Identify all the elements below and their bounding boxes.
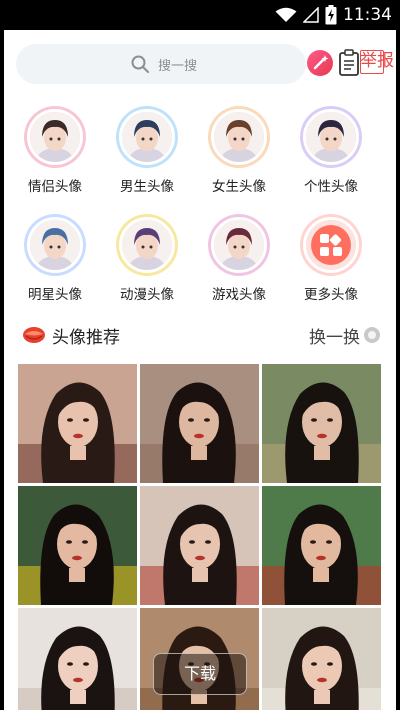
search-bar[interactable]: 搜一搜 bbox=[16, 44, 306, 84]
portrait-image bbox=[262, 364, 381, 483]
magic-wand-button[interactable] bbox=[307, 50, 333, 76]
category-label: 更多头像 bbox=[304, 287, 358, 303]
cartoon-avatar-icon bbox=[214, 220, 264, 270]
clock: 11:34 bbox=[343, 5, 392, 25]
status-bar: 11:34 bbox=[0, 0, 400, 30]
portrait-image bbox=[262, 608, 381, 710]
category-label: 动漫头像 bbox=[120, 287, 174, 303]
category-label: 女生头像 bbox=[212, 179, 266, 195]
refresh-icon[interactable] bbox=[364, 327, 380, 343]
refresh-button[interactable]: 换一换 bbox=[309, 323, 360, 348]
category-avatar bbox=[211, 109, 267, 165]
photo-thumbnail[interactable] bbox=[262, 486, 381, 605]
portrait-image bbox=[140, 486, 259, 605]
category-item[interactable]: 游戏头像 bbox=[194, 214, 284, 303]
cartoon-avatar-icon bbox=[122, 112, 172, 162]
category-label: 明星头像 bbox=[28, 287, 82, 303]
category-avatar bbox=[27, 109, 83, 165]
cartoon-avatar-icon bbox=[30, 220, 80, 270]
category-avatar bbox=[119, 217, 175, 273]
recommend-header: 头像推荐 换一换 bbox=[4, 318, 396, 352]
app-screen: 搜一搜 举报 情侣头像 男生头像 女生头像 个性头像 明星头像 动漫头像 游戏头像 更多头像 … bbox=[4, 30, 396, 710]
category-label: 个性头像 bbox=[304, 179, 358, 195]
report-label[interactable]: 举报 bbox=[360, 48, 394, 74]
category-item[interactable]: 更多头像 bbox=[286, 214, 376, 303]
portrait-image bbox=[140, 364, 259, 483]
category-label: 游戏头像 bbox=[212, 287, 266, 303]
cartoon-avatar-icon bbox=[306, 112, 356, 162]
grid-icon bbox=[306, 220, 356, 270]
category-item[interactable]: 情侣头像 bbox=[10, 106, 100, 195]
category-avatar bbox=[119, 109, 175, 165]
photo-thumbnail[interactable] bbox=[262, 608, 381, 710]
photo-thumbnail[interactable] bbox=[18, 364, 137, 483]
lips-icon bbox=[23, 327, 45, 343]
category-item[interactable]: 动漫头像 bbox=[102, 214, 192, 303]
cartoon-avatar-icon bbox=[214, 112, 264, 162]
category-label: 情侣头像 bbox=[28, 179, 82, 195]
cartoon-avatar-icon bbox=[30, 112, 80, 162]
category-item[interactable]: 女生头像 bbox=[194, 106, 284, 195]
portrait-image bbox=[18, 486, 137, 605]
photo-thumbnail[interactable] bbox=[262, 364, 381, 483]
category-avatar bbox=[303, 217, 359, 273]
photo-thumbnail[interactable] bbox=[18, 608, 137, 710]
photo-thumbnail[interactable] bbox=[140, 364, 259, 483]
download-button[interactable]: 下载 bbox=[153, 653, 247, 695]
battery-charging-icon bbox=[325, 5, 337, 25]
category-item[interactable]: 明星头像 bbox=[10, 214, 100, 303]
search-icon bbox=[131, 55, 149, 73]
category-item[interactable]: 个性头像 bbox=[286, 106, 376, 195]
wifi-icon bbox=[275, 7, 297, 22]
portrait-image bbox=[262, 486, 381, 605]
category-avatar bbox=[303, 109, 359, 165]
portrait-image bbox=[18, 608, 137, 710]
search-placeholder: 搜一搜 bbox=[158, 59, 198, 74]
clipboard-icon[interactable] bbox=[338, 49, 360, 77]
magic-wand-icon bbox=[313, 55, 329, 70]
photo-thumbnail[interactable] bbox=[140, 486, 259, 605]
portrait-image bbox=[18, 364, 137, 483]
cartoon-avatar-icon bbox=[122, 220, 172, 270]
category-avatar bbox=[211, 217, 267, 273]
category-label: 男生头像 bbox=[120, 179, 174, 195]
status-icons: 11:34 bbox=[275, 4, 392, 26]
signal-icon bbox=[303, 7, 319, 23]
category-avatar bbox=[27, 217, 83, 273]
category-item[interactable]: 男生头像 bbox=[102, 106, 192, 195]
photo-thumbnail[interactable] bbox=[18, 486, 137, 605]
section-title: 头像推荐 bbox=[52, 328, 120, 348]
